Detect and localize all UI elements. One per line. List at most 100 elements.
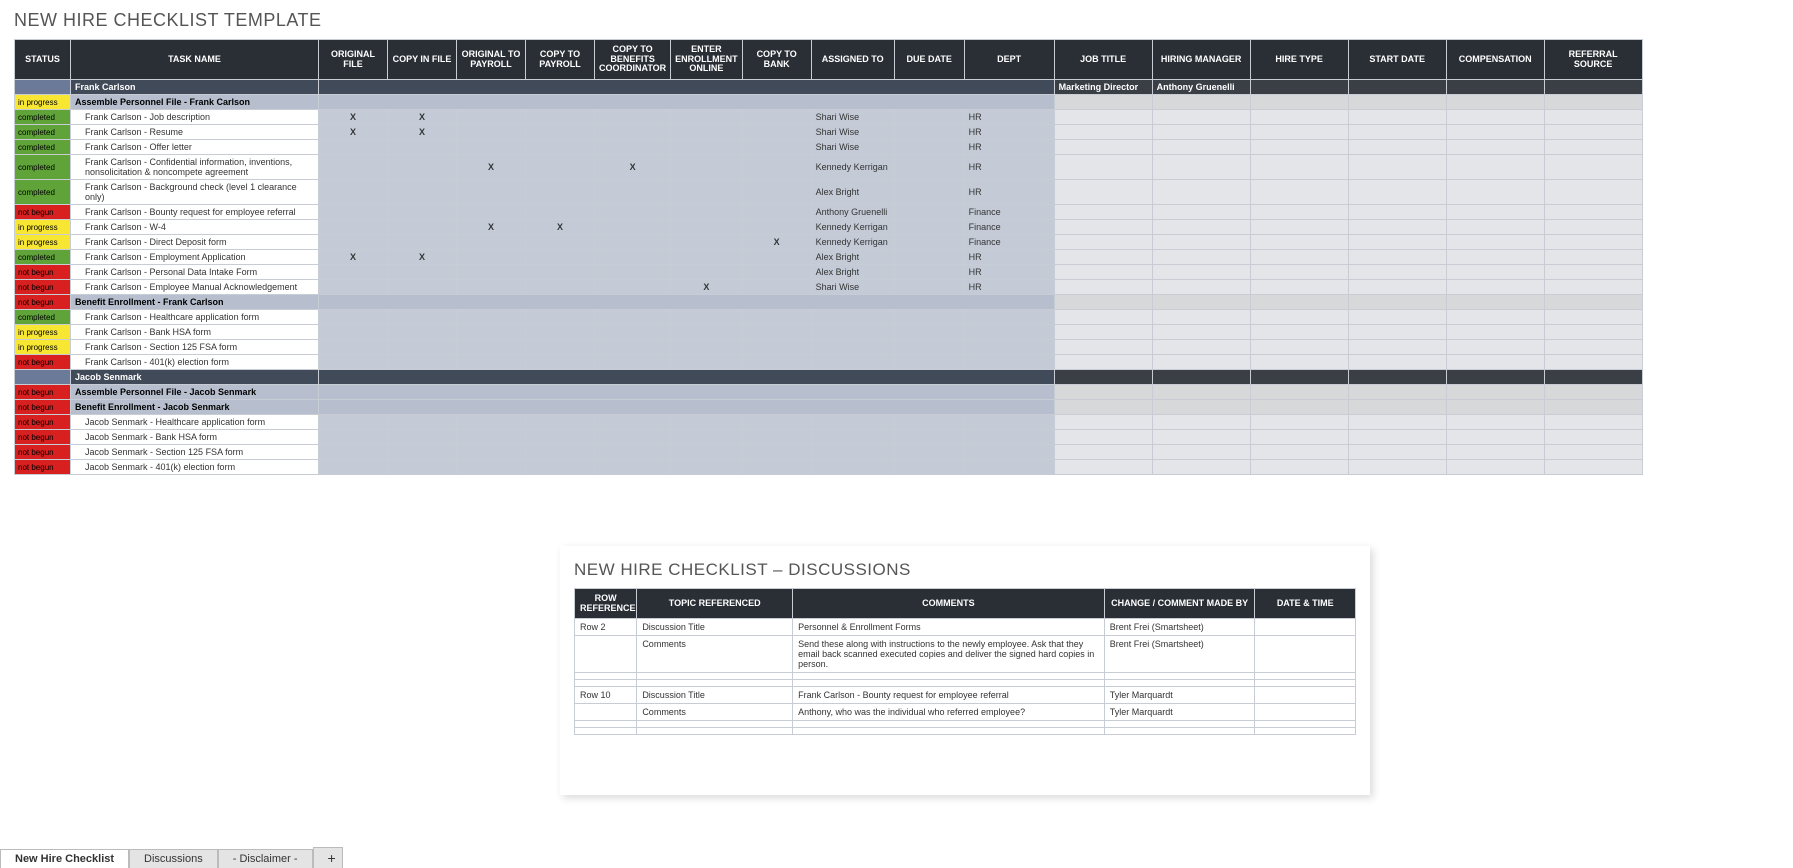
checkbox-cell[interactable] [595, 460, 671, 475]
checkbox-cell[interactable] [319, 445, 388, 460]
table-row[interactable]: not begunFrank Carlson - 401(k) election… [15, 355, 1643, 370]
table-row[interactable]: CommentsAnthony, who was the individual … [575, 704, 1356, 721]
checkbox-cell[interactable] [595, 235, 671, 250]
checkbox-cell[interactable] [742, 220, 811, 235]
checkbox-cell[interactable] [671, 340, 742, 355]
checkbox-cell[interactable] [319, 415, 388, 430]
checkbox-cell[interactable] [388, 445, 457, 460]
checkbox-cell[interactable] [388, 355, 457, 370]
checkbox-cell[interactable] [319, 265, 388, 280]
table-row[interactable]: not begunAssemble Personnel File - Jacob… [15, 385, 1643, 400]
table-row[interactable]: CommentsSend these along with instructio… [575, 636, 1356, 673]
checkbox-cell[interactable] [388, 205, 457, 220]
checkbox-cell[interactable]: X [388, 110, 457, 125]
checkbox-cell[interactable] [595, 205, 671, 220]
checkbox-cell[interactable]: X [742, 235, 811, 250]
checkbox-cell[interactable] [742, 155, 811, 180]
checkbox-cell[interactable] [595, 355, 671, 370]
checkbox-cell[interactable] [526, 310, 595, 325]
checkbox-cell[interactable] [742, 280, 811, 295]
checkbox-cell[interactable] [671, 110, 742, 125]
checkbox-cell[interactable] [457, 180, 526, 205]
checkbox-cell[interactable] [595, 265, 671, 280]
checkbox-cell[interactable] [319, 205, 388, 220]
checkbox-cell[interactable] [671, 445, 742, 460]
tab-discussions[interactable]: Discussions [129, 849, 218, 868]
checkbox-cell[interactable]: X [671, 280, 742, 295]
table-row[interactable]: in progressFrank Carlson - W-4XXKennedy … [15, 220, 1643, 235]
checkbox-cell[interactable] [457, 125, 526, 140]
table-row[interactable] [575, 673, 1356, 680]
checkbox-cell[interactable] [388, 415, 457, 430]
checkbox-cell[interactable] [595, 280, 671, 295]
checkbox-cell[interactable] [388, 235, 457, 250]
checkbox-cell[interactable]: X [319, 125, 388, 140]
checkbox-cell[interactable] [319, 340, 388, 355]
table-row[interactable]: not begunFrank Carlson - Bounty request … [15, 205, 1643, 220]
checkbox-cell[interactable] [671, 355, 742, 370]
checkbox-cell[interactable] [319, 280, 388, 295]
checkbox-cell[interactable] [457, 280, 526, 295]
checkbox-cell[interactable] [526, 340, 595, 355]
checkbox-cell[interactable] [526, 125, 595, 140]
checkbox-cell[interactable] [742, 265, 811, 280]
checkbox-cell[interactable] [526, 280, 595, 295]
checkbox-cell[interactable] [526, 445, 595, 460]
table-row[interactable]: Row 2Discussion TitlePersonnel & Enrollm… [575, 619, 1356, 636]
checkbox-cell[interactable] [457, 460, 526, 475]
table-row[interactable]: completedFrank Carlson - Job description… [15, 110, 1643, 125]
checkbox-cell[interactable] [457, 415, 526, 430]
checkbox-cell[interactable] [319, 430, 388, 445]
checkbox-cell[interactable] [595, 340, 671, 355]
checkbox-cell[interactable] [742, 310, 811, 325]
checkbox-cell[interactable] [457, 445, 526, 460]
checkbox-cell[interactable] [595, 310, 671, 325]
table-row[interactable]: completedFrank Carlson - Employment Appl… [15, 250, 1643, 265]
table-row[interactable]: not begunBenefit Enrollment - Frank Carl… [15, 295, 1643, 310]
checkbox-cell[interactable]: X [526, 220, 595, 235]
table-row[interactable]: completedFrank Carlson - ResumeXXShari W… [15, 125, 1643, 140]
checkbox-cell[interactable]: X [319, 250, 388, 265]
table-row[interactable] [575, 728, 1356, 735]
checkbox-cell[interactable] [457, 140, 526, 155]
table-row[interactable]: completedFrank Carlson - Offer letterSha… [15, 140, 1643, 155]
checkbox-cell[interactable] [388, 430, 457, 445]
checkbox-cell[interactable] [671, 155, 742, 180]
checkbox-cell[interactable] [671, 220, 742, 235]
checkbox-cell[interactable] [742, 460, 811, 475]
checkbox-cell[interactable] [388, 180, 457, 205]
checkbox-cell[interactable] [742, 325, 811, 340]
checkbox-cell[interactable] [526, 155, 595, 180]
checkbox-cell[interactable] [319, 310, 388, 325]
checkbox-cell[interactable] [319, 220, 388, 235]
checkbox-cell[interactable] [595, 250, 671, 265]
table-row[interactable] [575, 721, 1356, 728]
checkbox-cell[interactable] [742, 125, 811, 140]
checkbox-cell[interactable] [671, 140, 742, 155]
checkbox-cell[interactable] [742, 340, 811, 355]
checkbox-cell[interactable] [526, 460, 595, 475]
checkbox-cell[interactable] [526, 180, 595, 205]
checkbox-cell[interactable] [671, 205, 742, 220]
checkbox-cell[interactable] [595, 140, 671, 155]
checkbox-cell[interactable]: X [388, 250, 457, 265]
checkbox-cell[interactable] [526, 430, 595, 445]
checkbox-cell[interactable] [671, 235, 742, 250]
checkbox-cell[interactable] [526, 140, 595, 155]
checkbox-cell[interactable] [595, 220, 671, 235]
checkbox-cell[interactable] [526, 250, 595, 265]
checkbox-cell[interactable] [742, 110, 811, 125]
checkbox-cell[interactable] [526, 325, 595, 340]
checkbox-cell[interactable] [595, 110, 671, 125]
table-row[interactable]: Row 10Discussion TitleFrank Carlson - Bo… [575, 687, 1356, 704]
checkbox-cell[interactable] [671, 310, 742, 325]
table-row[interactable]: Frank CarlsonMarketing DirectorAnthony G… [15, 80, 1643, 95]
table-row[interactable]: in progressFrank Carlson - Section 125 F… [15, 340, 1643, 355]
checkbox-cell[interactable]: X [457, 155, 526, 180]
table-row[interactable]: completedFrank Carlson - Background chec… [15, 180, 1643, 205]
checkbox-cell[interactable] [671, 430, 742, 445]
checkbox-cell[interactable] [388, 340, 457, 355]
table-row[interactable] [575, 680, 1356, 687]
checkbox-cell[interactable]: X [457, 220, 526, 235]
checkbox-cell[interactable] [457, 430, 526, 445]
